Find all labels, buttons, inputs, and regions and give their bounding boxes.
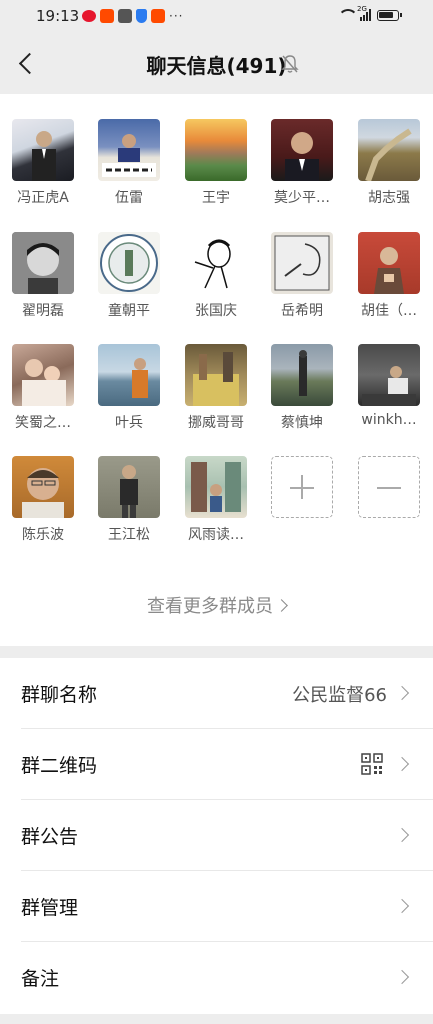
view-more-members-label: 查看更多群成员 xyxy=(147,596,273,617)
member-item[interactable]: 笑蜀之… xyxy=(0,344,86,432)
member-item[interactable]: 王江松 xyxy=(86,456,172,544)
row-label: 群公告 xyxy=(21,826,79,848)
member-avatar xyxy=(271,344,333,406)
member-avatar xyxy=(12,344,74,406)
member-item[interactable]: 王宇 xyxy=(173,119,259,207)
member-item[interactable]: 风雨读… xyxy=(173,456,259,544)
row-label: 群管理 xyxy=(21,897,79,919)
member-item[interactable]: 胡志强 xyxy=(346,119,432,207)
page-title: 聊天信息(491) xyxy=(146,54,287,78)
member-avatar xyxy=(271,232,333,294)
chevron-right-icon xyxy=(394,756,410,772)
status-time: 19:13 xyxy=(36,7,80,25)
member-item[interactable]: 童朝平 xyxy=(86,232,172,320)
member-item[interactable]: 伍雷 xyxy=(86,119,172,207)
qrcode-icon xyxy=(361,753,383,775)
member-name: 叶兵 xyxy=(115,415,143,431)
add-member-icon[interactable] xyxy=(271,456,333,518)
shield-icon xyxy=(136,9,147,23)
member-avatar xyxy=(12,232,74,294)
member-name: 翟明磊 xyxy=(22,303,64,319)
chevron-right-icon xyxy=(394,685,410,701)
notification-icons: ··· xyxy=(82,8,183,24)
member-name: 莫少平… xyxy=(274,190,330,206)
weibo-icon xyxy=(82,10,96,22)
chevron-right-icon xyxy=(275,599,288,612)
taobao-icon xyxy=(151,9,165,23)
member-name: 王江松 xyxy=(108,527,150,543)
member-name: 笑蜀之… xyxy=(15,415,71,431)
member-avatar xyxy=(98,119,160,181)
member-name: 陈乐波 xyxy=(22,527,64,543)
status-bar: 19:13 ··· 2G xyxy=(0,0,433,34)
group-announcement-row[interactable]: 群公告 xyxy=(0,800,433,871)
row-label: 群聊名称 xyxy=(21,684,98,706)
member-avatar xyxy=(185,344,247,406)
wifi-icon xyxy=(338,9,358,21)
remark-row[interactable]: 备注 xyxy=(0,942,433,1013)
member-name: 岳希明 xyxy=(281,303,323,319)
member-name: 童朝平 xyxy=(108,303,150,319)
nav-bar: 聊天信息(491) xyxy=(0,34,433,94)
member-item[interactable]: 叶兵 xyxy=(86,344,172,432)
group-name-value: 公民监督66 xyxy=(292,685,387,706)
member-avatar xyxy=(185,119,247,181)
member-avatar xyxy=(12,456,74,518)
more-notifications-icon: ··· xyxy=(169,9,184,23)
group-qrcode-row[interactable]: 群二维码 xyxy=(0,729,433,800)
view-more-members-link[interactable]: 查看更多群成员 xyxy=(0,592,433,618)
member-avatar xyxy=(98,344,160,406)
member-name: winkh… xyxy=(361,412,417,428)
chevron-right-icon xyxy=(394,969,410,985)
member-item[interactable]: 张国庆 xyxy=(173,232,259,320)
chevron-right-icon xyxy=(394,827,410,843)
member-avatar xyxy=(185,456,247,518)
group-settings-list: 群聊名称 公民监督66 群二维码 群公告 群管理 备注 xyxy=(0,658,433,1014)
member-avatar xyxy=(185,232,247,294)
system-icons: 2G xyxy=(338,5,402,21)
battery-icon xyxy=(377,9,402,21)
member-item[interactable]: 冯正虎A xyxy=(0,119,86,207)
members-panel: 冯正虎A 伍雷 王宇 莫少平… 胡志强 翟明磊 童朝平 张国庆 岳希明 胡佳（…… xyxy=(0,94,433,646)
group-name-row[interactable]: 群聊名称 公民监督66 xyxy=(0,658,433,729)
member-name: 伍雷 xyxy=(115,190,143,206)
member-avatar xyxy=(98,232,160,294)
member-avatar xyxy=(98,456,160,518)
add-member-item[interactable] xyxy=(259,456,345,518)
taobao-icon xyxy=(100,9,114,23)
member-name: 蔡慎坤 xyxy=(281,415,323,431)
member-name: 王宇 xyxy=(202,190,230,206)
group-management-row[interactable]: 群管理 xyxy=(0,871,433,942)
member-name: 胡志强 xyxy=(368,190,410,206)
remove-member-item[interactable] xyxy=(346,456,432,518)
member-avatar xyxy=(358,344,420,406)
mute-bell-icon xyxy=(281,55,299,73)
member-name: 冯正虎A xyxy=(17,190,69,206)
member-avatar xyxy=(271,119,333,181)
member-item[interactable]: 陈乐波 xyxy=(0,456,86,544)
member-name: 挪威哥哥 xyxy=(188,415,244,431)
member-item[interactable]: 翟明磊 xyxy=(0,232,86,320)
member-item[interactable]: winkh… xyxy=(346,344,432,428)
member-avatar xyxy=(12,119,74,181)
member-name: 风雨读… xyxy=(188,527,244,543)
signal-icon: 2G xyxy=(357,5,371,21)
row-label: 群二维码 xyxy=(21,755,98,777)
member-item[interactable]: 岳希明 xyxy=(259,232,345,320)
member-name: 胡佳（… xyxy=(361,303,417,319)
member-avatar xyxy=(358,119,420,181)
remove-member-icon[interactable] xyxy=(358,456,420,518)
member-item[interactable]: 蔡慎坤 xyxy=(259,344,345,432)
network-label: 2G xyxy=(357,5,367,13)
row-label: 备注 xyxy=(21,968,60,990)
member-item[interactable]: 胡佳（… xyxy=(346,232,432,320)
member-item[interactable]: 挪威哥哥 xyxy=(173,344,259,432)
member-item[interactable]: 莫少平… xyxy=(259,119,345,207)
app-icon xyxy=(118,9,132,23)
member-name: 张国庆 xyxy=(195,303,237,319)
chevron-right-icon xyxy=(394,898,410,914)
member-avatar xyxy=(358,232,420,294)
